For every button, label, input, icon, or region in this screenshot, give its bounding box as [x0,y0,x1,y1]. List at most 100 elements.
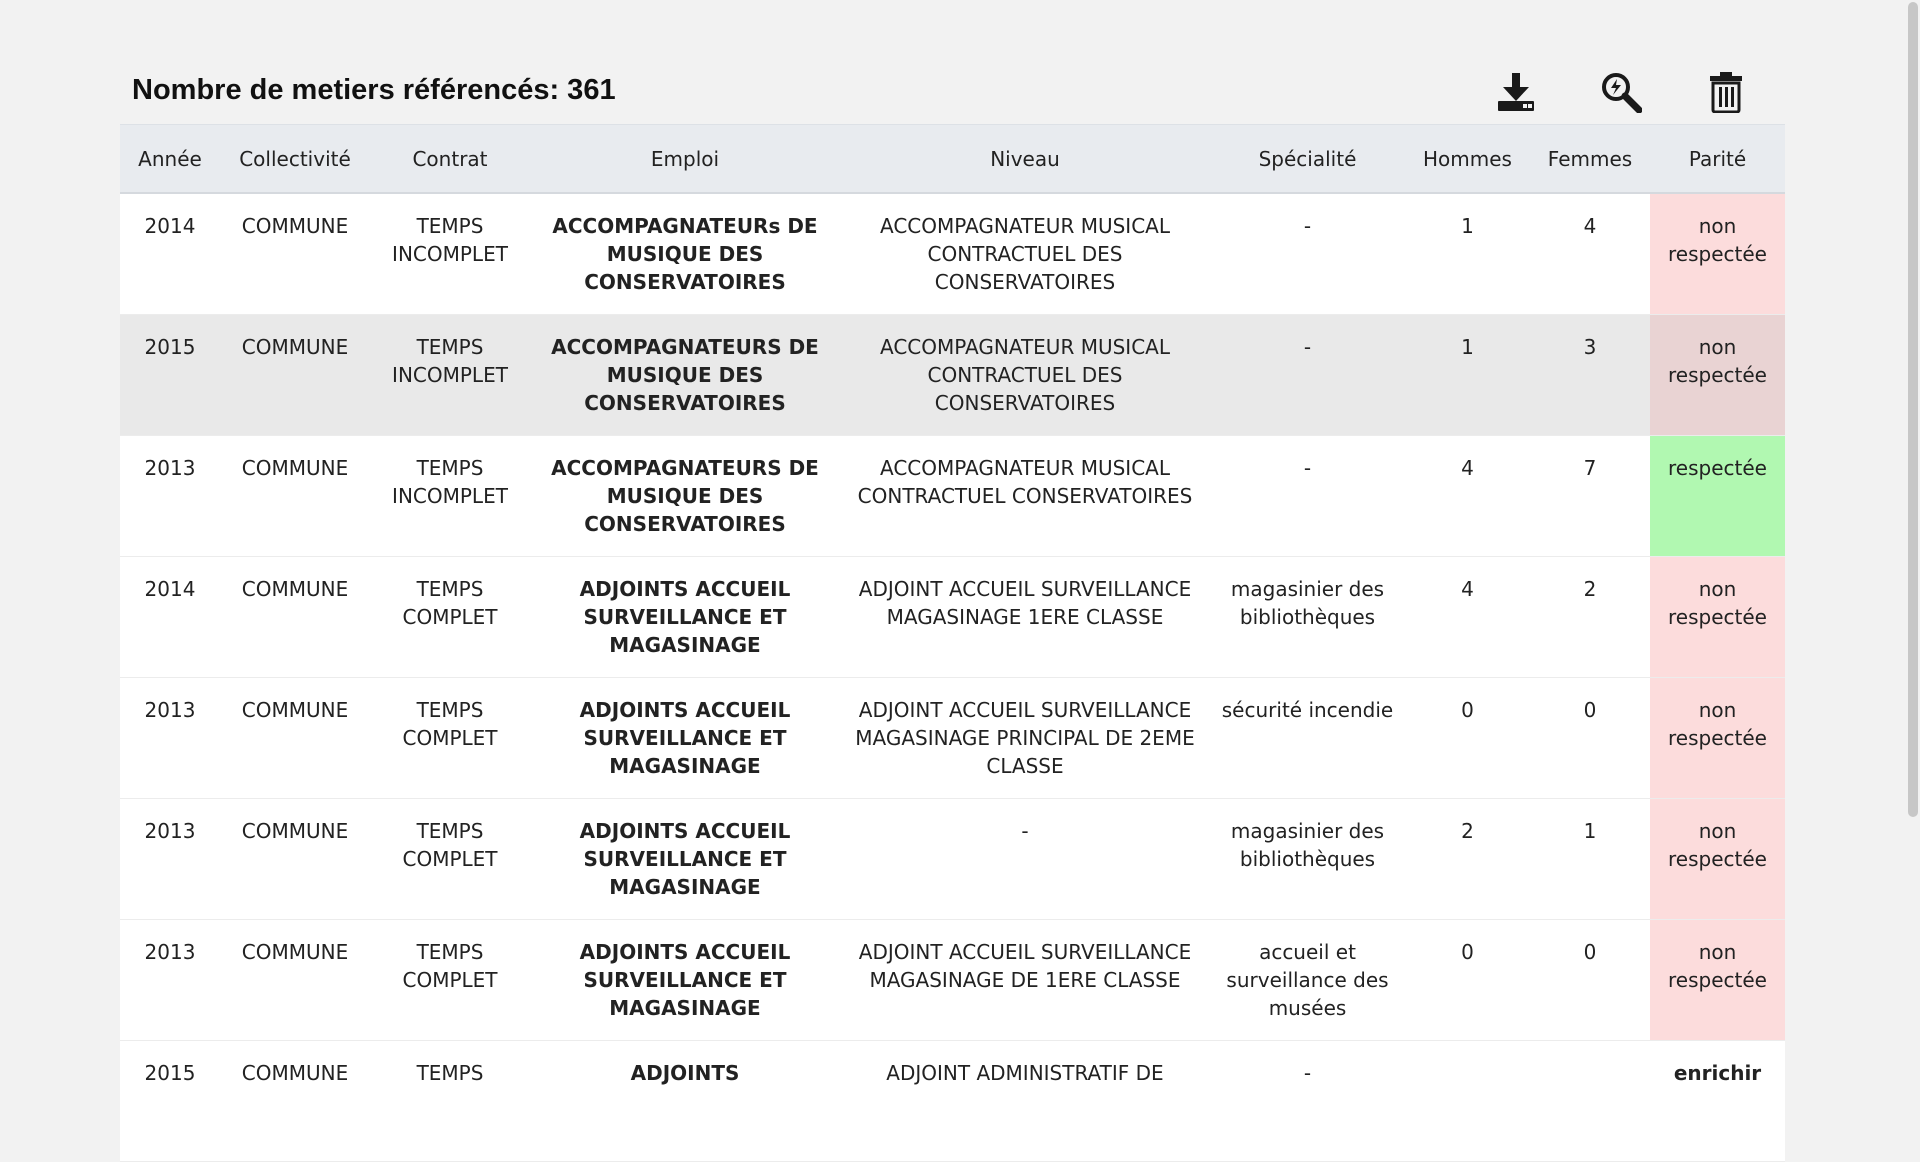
table-body: 2014 COMMUNE TEMPS INCOMPLET ACCOMPAGNATEUR… [120,193,1785,1162]
cell-femmes: 1 [1530,798,1650,920]
cell-annee: 2015 [120,314,220,436]
cell-hommes: 0 [1405,677,1530,799]
table-row[interactable]: 2013 COMMUNE TEMPS COMPLET ADJOINTS ACCUEIL… [120,919,1785,1041]
cell-femmes: 4 [1530,193,1650,315]
table-header: Année Collectivité Contrat Emploi Niveau Spéc… [120,124,1785,194]
table-row[interactable]: 2014 COMMUNE TEMPS INCOMPLET ACCOMPAGNATEUR… [120,193,1785,315]
cell-hommes: 4 [1405,435,1530,557]
cell-contrat: TEMPS COMPLET [370,556,530,678]
cell-emploi: ADJOINTS ACCUEIL SURVEILLANCE ET MAGASIN… [530,556,840,678]
cell-specialite: magasinier des bibliothèques [1210,556,1405,678]
cell-collectivite: COMMUNE [220,556,370,678]
column-header[interactable]: Spécialité [1210,124,1405,194]
cell-specialite: sécurité incendie [1210,677,1405,799]
cell-niveau: ACCOMPAGNATEUR MUSICAL CONTRACTUEL DES C… [840,193,1210,315]
cell-specialite: - [1210,1040,1405,1162]
download-button[interactable] [1490,66,1542,118]
cell-emploi: ACCOMPAGNATEURs DE MUSIQUE DES CONSERVAT… [530,193,840,315]
cell-emploi: ADJOINTS ACCUEIL SURVEILLANCE ET MAGASIN… [530,798,840,920]
parity-badge: non respectée [1650,677,1785,799]
cell-annee: 2013 [120,677,220,799]
cell-hommes: 0 [1405,919,1530,1041]
cell-specialite: accueil et surveillance des musées [1210,919,1405,1041]
cell-annee: 2014 [120,193,220,315]
cell-contrat: TEMPS COMPLET [370,798,530,920]
cell-femmes: 7 [1530,435,1650,557]
cell-femmes: 3 [1530,314,1650,436]
cell-niveau: ACCOMPAGNATEUR MUSICAL CONTRACTUEL DES C… [840,314,1210,436]
main-panel: Nombre de metiers référencés: 361 Année … [120,60,1785,1162]
delete-button[interactable] [1700,66,1752,118]
column-header[interactable]: Collectivité [220,124,370,194]
cell-annee: 2013 [120,435,220,557]
download-icon [1498,73,1534,111]
cell-specialite: magasinier des bibliothèques [1210,798,1405,920]
cell-hommes [1405,1040,1530,1162]
cell-contrat: TEMPS INCOMPLET [370,314,530,436]
cell-emploi: ACCOMPAGNATEURS DE MUSIQUE DES CONSERVAT… [530,435,840,557]
cell-annee: 2013 [120,919,220,1041]
parity-badge: non respectée [1650,193,1785,315]
search-icon [1602,73,1642,113]
cell-femmes [1530,1040,1650,1162]
cell-collectivite: COMMUNE [220,314,370,436]
parity-badge: non respectée [1650,314,1785,436]
cell-niveau: ACCOMPAGNATEUR MUSICAL CONTRACTUEL CONSE… [840,435,1210,557]
table-row[interactable]: 2013 COMMUNE TEMPS INCOMPLET ACCOMPAGNATEUR… [120,435,1785,557]
cell-specialite: - [1210,193,1405,315]
column-header[interactable]: Hommes [1405,124,1530,194]
cell-niveau: ADJOINT ACCUEIL SURVEILLANCE MAGASINAGE … [840,677,1210,799]
cell-femmes: 0 [1530,677,1650,799]
cell-hommes: 2 [1405,798,1530,920]
column-header[interactable]: Emploi [530,124,840,194]
cell-annee: 2013 [120,798,220,920]
cell-emploi: ADJOINTS [530,1040,840,1162]
parity-badge: enrichir [1650,1040,1785,1162]
parity-badge: non respectée [1650,919,1785,1041]
table-toolbar: Nombre de metiers référencés: 361 [120,60,1785,124]
vertical-scrollbar[interactable] [1906,0,1920,1080]
cell-collectivite: COMMUNE [220,919,370,1041]
cell-niveau: ADJOINT ACCUEIL SURVEILLANCE MAGASINAGE … [840,556,1210,678]
cell-collectivite: COMMUNE [220,798,370,920]
cell-specialite: - [1210,435,1405,557]
cell-femmes: 0 [1530,919,1650,1041]
parity-badge: non respectée [1650,556,1785,678]
cell-contrat: TEMPS INCOMPLET [370,435,530,557]
cell-annee: 2014 [120,556,220,678]
search-button[interactable] [1595,66,1647,118]
metiers-table: Année Collectivité Contrat Emploi Niveau Spéc… [120,124,1785,1162]
column-header[interactable]: Niveau [840,124,1210,194]
table-row[interactable]: 2015 COMMUNE TEMPS ADJOINTS ADJOINT ADMINIST… [120,1040,1785,1162]
table-row[interactable]: 2013 COMMUNE TEMPS COMPLET ADJOINTS ACCUEIL… [120,677,1785,799]
cell-annee: 2015 [120,1040,220,1162]
table-row[interactable]: 2013 COMMUNE TEMPS COMPLET ADJOINTS ACCUEIL… [120,798,1785,920]
cell-niveau: ADJOINT ACCUEIL SURVEILLANCE MAGASINAGE … [840,919,1210,1041]
scrollbar-thumb[interactable] [1908,2,1918,817]
cell-femmes: 2 [1530,556,1650,678]
cell-hommes: 4 [1405,556,1530,678]
cell-niveau: ADJOINT ADMINISTRATIF DE [840,1040,1210,1162]
cell-contrat: TEMPS COMPLET [370,677,530,799]
column-header[interactable]: Contrat [370,124,530,194]
header-row: Année Collectivité Contrat Emploi Niveau Spéc… [120,124,1785,194]
parity-badge: non respectée [1650,798,1785,920]
cell-emploi: ADJOINTS ACCUEIL SURVEILLANCE ET MAGASIN… [530,919,840,1041]
cell-collectivite: COMMUNE [220,1040,370,1162]
page-title: Nombre de metiers référencés: 361 [132,74,616,106]
table-row[interactable]: 2014 COMMUNE TEMPS COMPLET ADJOINTS ACCUEIL… [120,556,1785,678]
cell-niveau: - [840,798,1210,920]
cell-collectivite: COMMUNE [220,435,370,557]
column-header[interactable]: Femmes [1530,124,1650,194]
cell-hommes: 1 [1405,314,1530,436]
cell-hommes: 1 [1405,193,1530,315]
trash-icon [1710,72,1742,113]
column-header[interactable]: Année [120,124,220,194]
column-header[interactable]: Parité [1650,124,1785,194]
cell-collectivite: COMMUNE [220,193,370,315]
cell-specialite: - [1210,314,1405,436]
cell-emploi: ADJOINTS ACCUEIL SURVEILLANCE ET MAGASIN… [530,677,840,799]
table-row[interactable]: 2015 COMMUNE TEMPS INCOMPLET ACCOMPAGNATEUR… [120,314,1785,436]
cell-contrat: TEMPS INCOMPLET [370,193,530,315]
cell-emploi: ACCOMPAGNATEURS DE MUSIQUE DES CONSERVAT… [530,314,840,436]
